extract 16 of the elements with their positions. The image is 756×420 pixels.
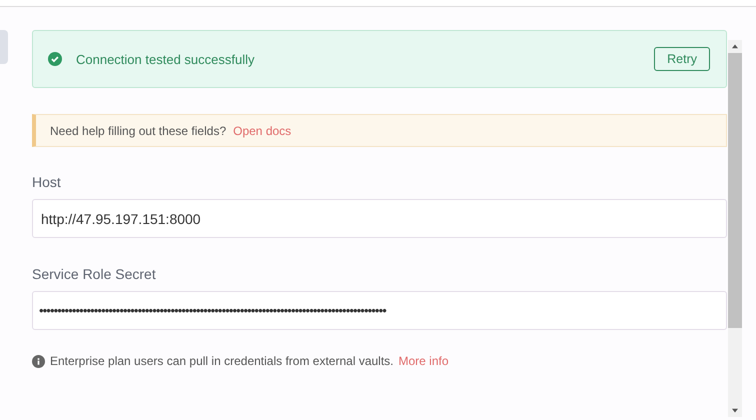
scroll-up-icon[interactable]: [731, 43, 739, 49]
field-label: Service Role Secret: [32, 266, 157, 282]
retry-button[interactable]: Retry: [654, 47, 710, 71]
success-message: Connection tested successfully: [76, 52, 256, 66]
open-docs-link[interactable]: Open docs: [233, 124, 292, 138]
scrollbar[interactable]: [728, 40, 742, 417]
secret-field[interactable]: •••••••••••••••••••••••••••••••••••••••••••••••••••••••••••••••••••••••••••••••••••••••••••••••: [32, 291, 727, 330]
check-circle-icon: [48, 52, 62, 66]
field-label: Host: [32, 174, 62, 190]
more-info-link[interactable]: More info: [398, 354, 449, 368]
info-note: Enterprise plan users can pull in credentials from external vaults.: [50, 354, 394, 368]
scroll-down-icon[interactable]: [731, 408, 739, 414]
help-text: Need help filling out these fields?: [50, 124, 226, 138]
host-field[interactable]: http://47.95.197.151:8000: [32, 199, 727, 238]
scrollbar-thumb[interactable]: [728, 53, 742, 328]
info-icon: [32, 354, 45, 368]
